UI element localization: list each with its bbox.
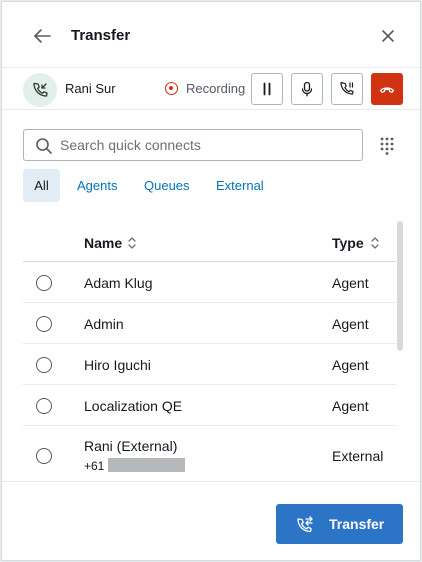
table-row[interactable]: Rani (External) +61 External [23, 426, 396, 482]
sort-icon[interactable] [127, 236, 137, 250]
hang-up-icon [379, 87, 395, 93]
contact-type: Agent [332, 316, 369, 332]
row-radio[interactable] [36, 316, 52, 332]
row-radio[interactable] [36, 398, 52, 414]
active-call-bar: Rani Sur Recording [2, 68, 420, 110]
recording-label: Recording [186, 81, 246, 96]
tab-agents[interactable]: Agents [77, 169, 117, 202]
transfer-button[interactable]: Transfer [276, 504, 403, 544]
close-icon[interactable] [376, 24, 400, 48]
row-radio[interactable] [36, 448, 52, 464]
tab-external[interactable]: External [216, 169, 264, 202]
hold-button[interactable] [331, 73, 363, 105]
contact-name: Localization QE [84, 398, 183, 414]
phone-transfer-icon [297, 516, 313, 533]
search-icon [36, 138, 52, 154]
panel-footer: Transfer [2, 481, 420, 560]
phone-hold-icon [340, 81, 354, 95]
panel-header: Transfer [2, 2, 420, 68]
contact-type: External [332, 448, 384, 464]
search-box [23, 129, 363, 161]
contact-type: Agent [332, 398, 369, 414]
contact-name: Admin [84, 316, 124, 332]
transfer-panel: Transfer Rani Sur Recording Search quick… [1, 1, 421, 561]
page-title: Transfer [71, 27, 131, 44]
hang-up-button[interactable] [371, 73, 403, 105]
contact-phone: +61 [84, 459, 105, 473]
column-header-type[interactable]: Type [332, 235, 364, 251]
dialpad-icon[interactable] [377, 135, 397, 155]
row-radio[interactable] [36, 275, 52, 291]
microphone-icon [301, 81, 313, 97]
tab-all[interactable]: All [23, 169, 60, 202]
mute-button[interactable] [291, 73, 323, 105]
pause-icon [263, 82, 271, 96]
pause-button[interactable] [251, 73, 283, 105]
recording-icon [165, 82, 178, 95]
table-row[interactable]: Hiro Iguchi Agent [23, 344, 396, 385]
sort-icon[interactable] [370, 236, 380, 250]
row-radio[interactable] [36, 357, 52, 373]
contact-name: Adam Klug [84, 275, 153, 291]
table-scrollbar[interactable] [397, 221, 403, 351]
tab-queues[interactable]: Queues [144, 169, 190, 202]
table-row[interactable]: Adam Klug Agent [23, 262, 396, 303]
quick-connects-table: Name Type Adam Klug Agent Admin Agent Hi… [23, 221, 396, 482]
contact-type: Agent [332, 275, 369, 291]
column-header-name[interactable]: Name [84, 235, 122, 251]
arrow-left-icon[interactable] [30, 24, 54, 48]
table-header: Name Type [23, 221, 396, 262]
transfer-label: Transfer [329, 516, 385, 532]
contact-type: Agent [332, 357, 369, 373]
search-input[interactable] [60, 130, 356, 160]
phone-incoming-icon [23, 73, 57, 107]
table-row[interactable]: Admin Agent [23, 303, 396, 344]
contact-name: Hiro Iguchi [84, 357, 151, 373]
contact-name: Rani (External) [84, 438, 178, 454]
redacted-phone-number [108, 458, 185, 472]
table-row[interactable]: Localization QE Agent [23, 385, 396, 426]
caller-name: Rani Sur [65, 81, 116, 96]
